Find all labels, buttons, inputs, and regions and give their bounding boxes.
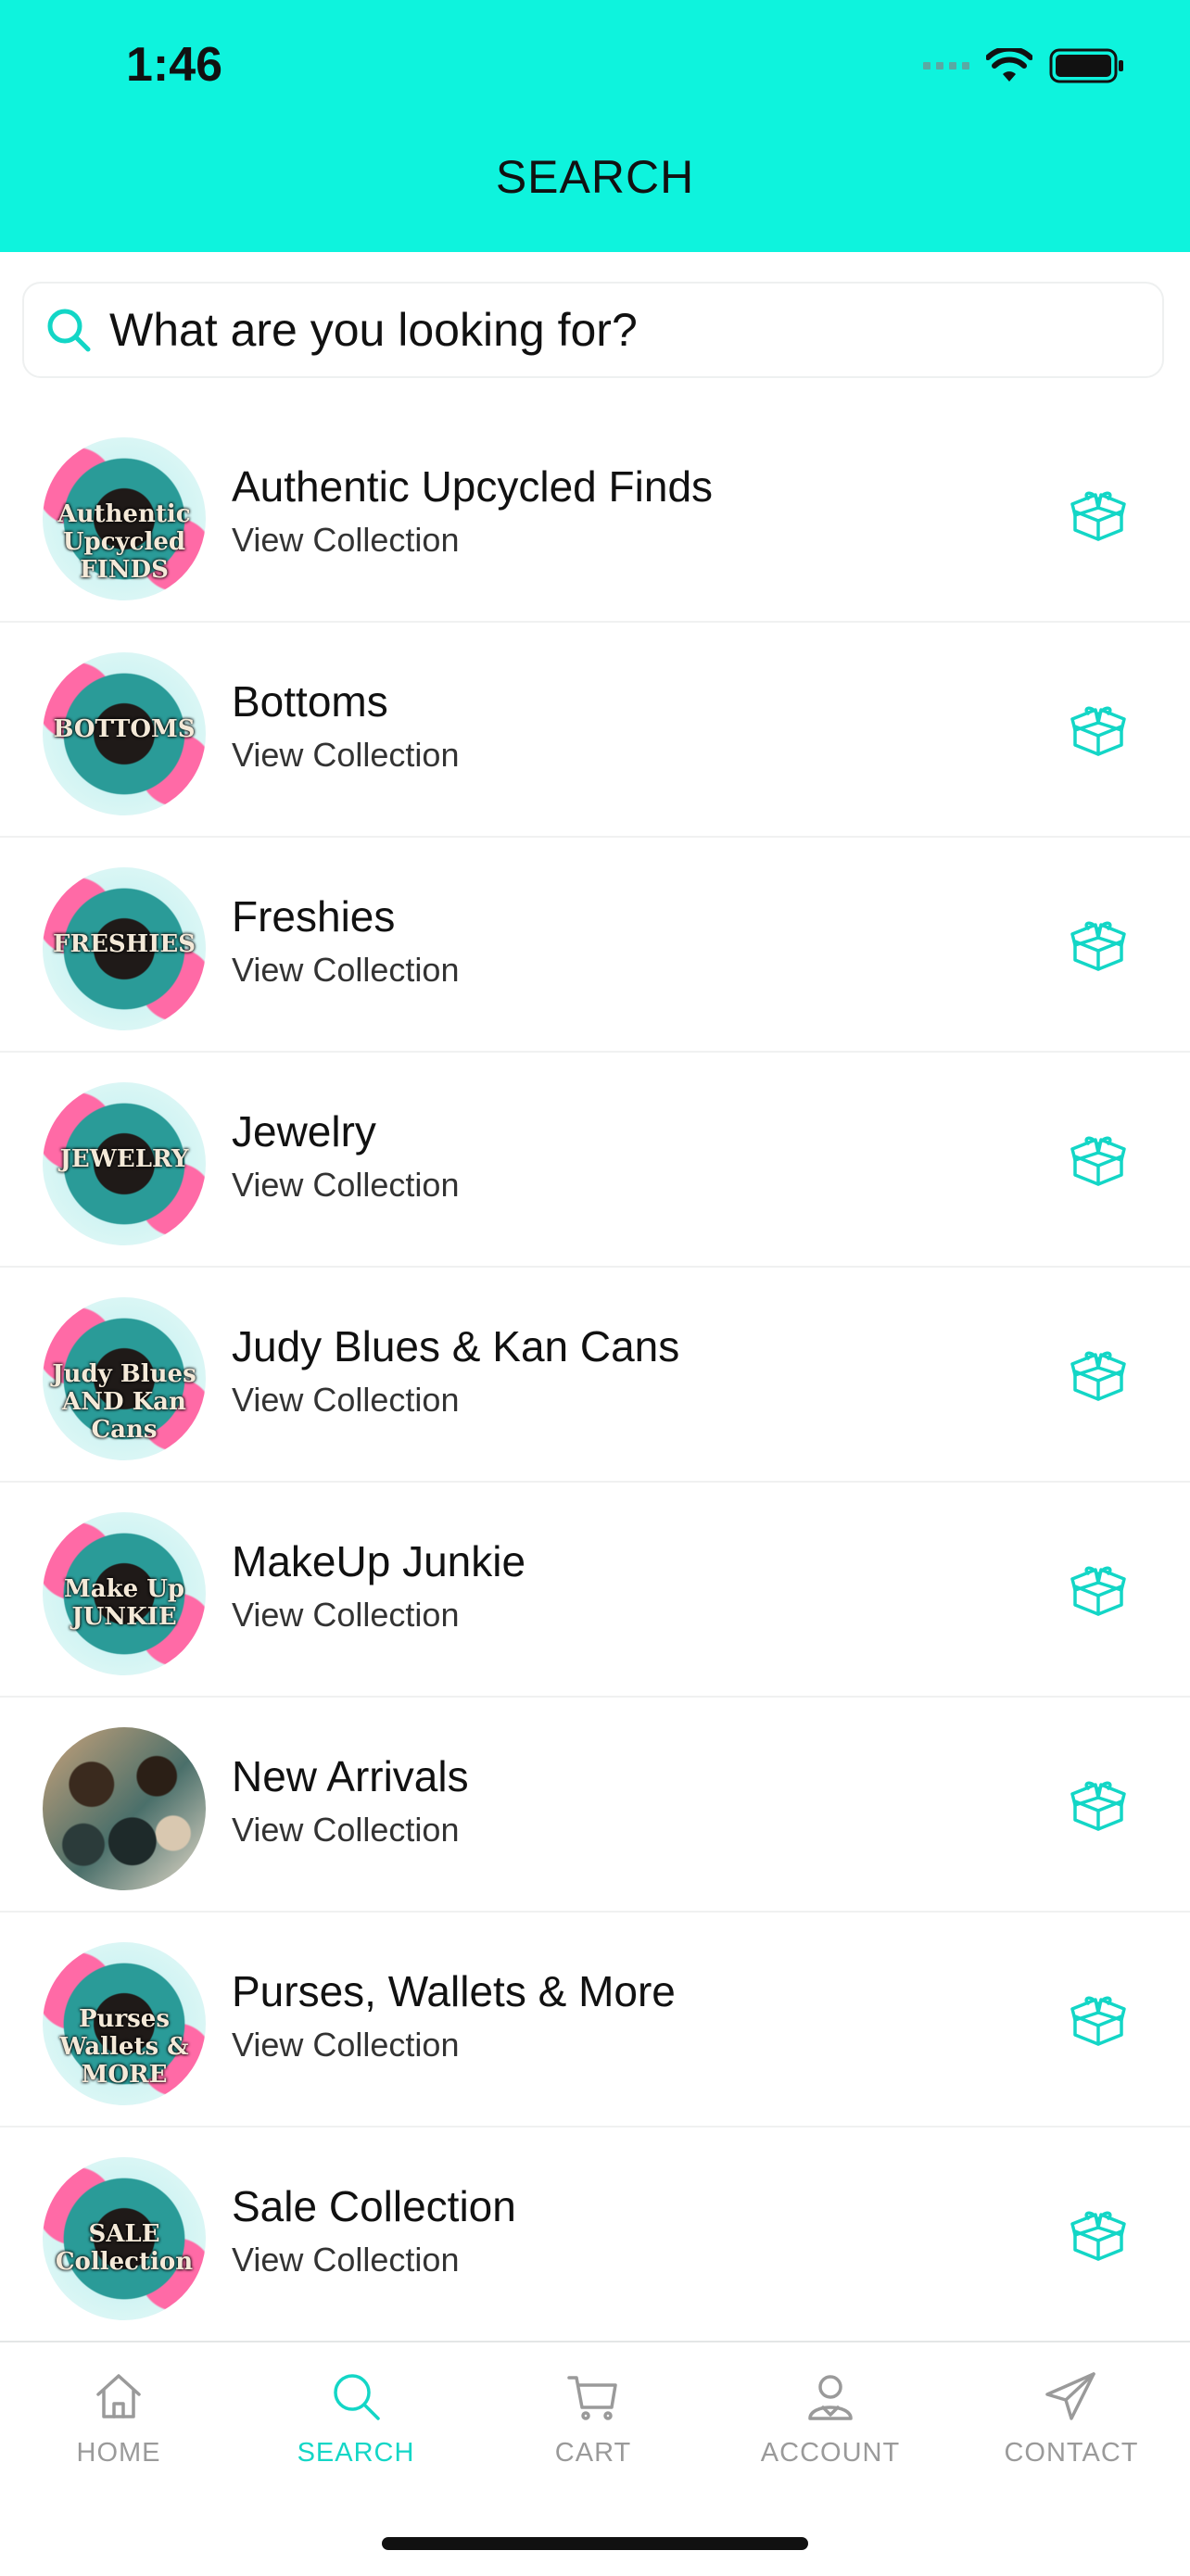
- tab-label: HOME: [76, 2438, 161, 2468]
- thumbnail-badge-text: BOTTOMS: [53, 715, 196, 743]
- tab-contact[interactable]: CONTACT: [953, 2367, 1190, 2469]
- collection-subtitle: View Collection: [232, 951, 460, 989]
- gift-icon: [1070, 1996, 1126, 2046]
- account-icon: [808, 2375, 853, 2420]
- status-time: 1:46: [126, 38, 223, 92]
- collection-row[interactable]: JEWELRY Jewelry View Collection: [0, 1053, 1190, 1268]
- collection-title: Purses, Wallets & More: [232, 1967, 676, 2015]
- collection-title: Freshies: [232, 892, 396, 941]
- collection-row[interactable]: New Arrivals View Collection: [0, 1698, 1190, 1913]
- collection-row[interactable]: FRESHIES Freshies View Collection: [0, 838, 1190, 1053]
- collection-subtitle: View Collection: [232, 736, 460, 774]
- collection-subtitle: View Collection: [232, 1381, 460, 1419]
- gift-icon: [1070, 1781, 1126, 1831]
- home-icon: [96, 2374, 141, 2418]
- thumbnail-badge-text: FRESHIES: [53, 930, 196, 958]
- collection-subtitle: View Collection: [232, 2241, 460, 2279]
- signal-icon: [923, 62, 969, 69]
- tab-label: ACCOUNT: [760, 2438, 901, 2468]
- collection-title: MakeUp Junkie: [232, 1537, 526, 1585]
- search-input[interactable]: [108, 302, 1131, 358]
- page-title: SEARCH: [495, 151, 695, 203]
- collection-row[interactable]: Make Up JUNKIE MakeUp Junkie View Collec…: [0, 1483, 1190, 1698]
- collection-row[interactable]: Purses Wallets & MORE Purses, Wallets & …: [0, 1913, 1190, 2128]
- status-icons: [923, 43, 1125, 89]
- collection-thumbnail: Make Up JUNKIE: [43, 1512, 206, 1675]
- collection-title: Bottoms: [232, 677, 388, 726]
- collection-row[interactable]: Judy Blues AND Kan Cans Judy Blues & Kan…: [0, 1268, 1190, 1483]
- cart-icon: [567, 2376, 617, 2420]
- gift-icon: [1070, 1566, 1126, 1616]
- collection-row[interactable]: SALE Collection Sale Collection View Col…: [0, 2128, 1190, 2342]
- app-header: 1:46 SEARCH: [0, 0, 1190, 252]
- collection-title: New Arrivals: [232, 1752, 469, 1800]
- collection-row[interactable]: BOTTOMS Bottoms View Collection: [0, 623, 1190, 838]
- collection-title: Jewelry: [232, 1107, 376, 1155]
- tab-label: SEARCH: [297, 2438, 415, 2468]
- home-indicator: [382, 2537, 808, 2550]
- gift-icon: [1070, 491, 1126, 541]
- thumbnail-badge-text: JEWELRY: [59, 1145, 189, 1173]
- gift-icon: [1070, 921, 1126, 971]
- search-icon: [47, 309, 91, 352]
- collection-thumbnail: Judy Blues AND Kan Cans: [43, 1297, 206, 1460]
- wifi-icon: [986, 48, 1032, 82]
- collection-thumbnail: JEWELRY: [43, 1082, 206, 1245]
- thumbnail-badge-text: Judy Blues AND Kan Cans: [52, 1360, 196, 1444]
- tab-cart[interactable]: CART: [475, 2367, 712, 2469]
- tab-home[interactable]: HOME: [0, 2367, 237, 2469]
- collection-subtitle: View Collection: [232, 1166, 460, 1204]
- search-bar[interactable]: [22, 282, 1164, 378]
- collection-subtitle: View Collection: [232, 1811, 460, 1849]
- collection-row[interactable]: Authentic Upcycled FINDS Authentic Upcyc…: [0, 408, 1190, 623]
- search-icon: [334, 2374, 380, 2420]
- gift-icon: [1070, 706, 1126, 756]
- collection-title: Judy Blues & Kan Cans: [232, 1322, 680, 1370]
- collection-subtitle: View Collection: [232, 1596, 460, 1634]
- tab-search[interactable]: SEARCH: [237, 2367, 475, 2469]
- collection-subtitle: View Collection: [232, 2026, 460, 2064]
- collection-thumbnail: BOTTOMS: [43, 652, 206, 815]
- collection-thumbnail: Authentic Upcycled FINDS: [43, 437, 206, 600]
- collection-thumbnail: Purses Wallets & MORE: [43, 1942, 206, 2105]
- thumbnail-badge-text: Purses Wallets & MORE: [59, 2005, 189, 2089]
- collection-thumbnail: SALE Collection: [43, 2157, 206, 2320]
- collection-list: Authentic Upcycled FINDS Authentic Upcyc…: [0, 408, 1190, 2342]
- gift-icon: [1070, 2211, 1126, 2261]
- collection-thumbnail: FRESHIES: [43, 867, 206, 1030]
- thumbnail-badge-text: SALE Collection: [55, 2220, 194, 2276]
- send-icon: [1045, 2372, 1095, 2420]
- tab-label: CART: [554, 2438, 632, 2468]
- gift-icon: [1070, 1351, 1126, 1401]
- tab-label: CONTACT: [1004, 2438, 1139, 2468]
- tab-account[interactable]: ACCOUNT: [712, 2367, 949, 2469]
- collection-thumbnail: [43, 1727, 206, 1890]
- thumbnail-badge-text: Make Up JUNKIE: [63, 1575, 185, 1631]
- gift-icon: [1070, 1136, 1126, 1186]
- thumbnail-badge-text: Authentic Upcycled FINDS: [57, 500, 191, 584]
- collection-title: Sale Collection: [232, 2182, 516, 2230]
- collection-title: Authentic Upcycled Finds: [232, 462, 714, 511]
- collection-subtitle: View Collection: [232, 521, 460, 559]
- battery-icon: [1049, 48, 1123, 83]
